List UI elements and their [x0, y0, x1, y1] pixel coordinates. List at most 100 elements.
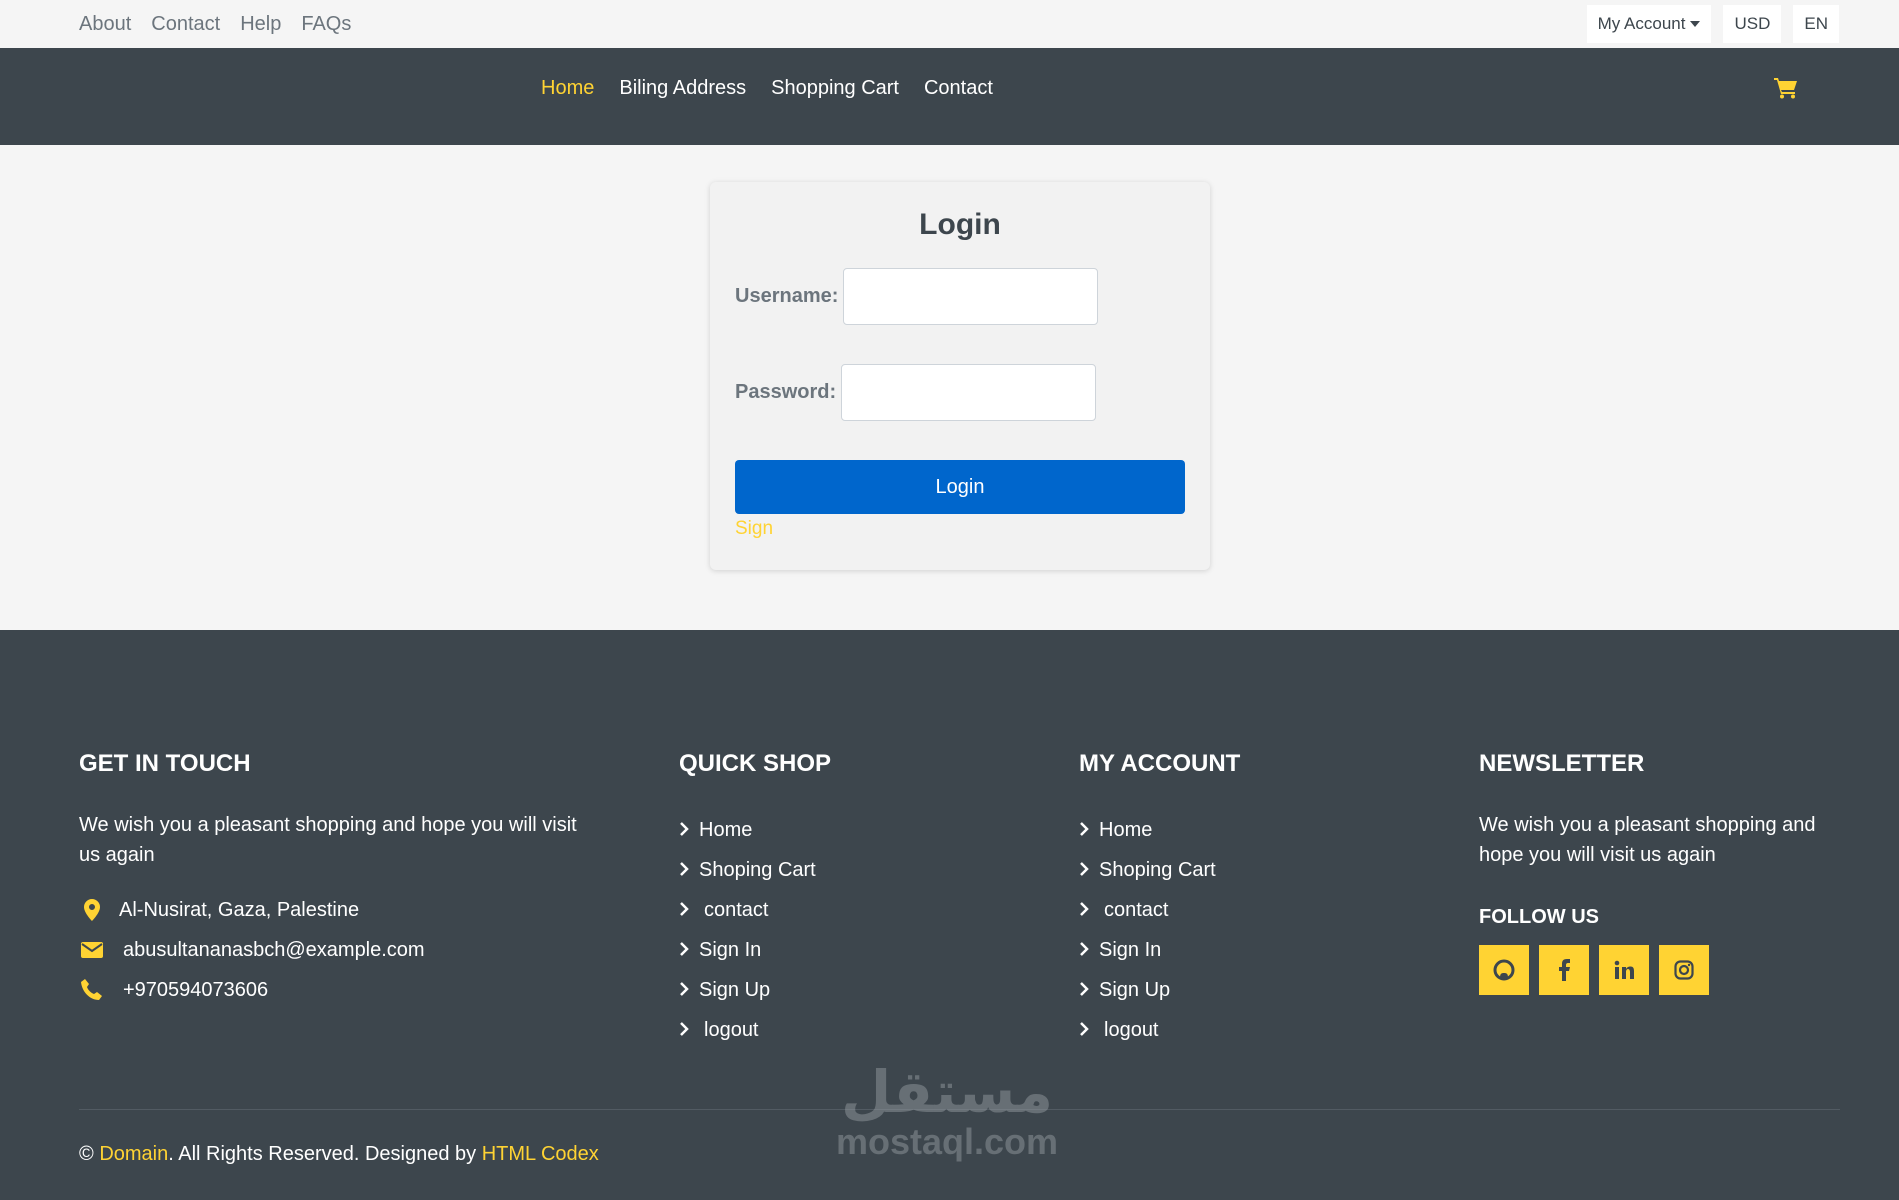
github-icon — [1493, 959, 1515, 981]
my-account-link-label: Sign In — [1099, 938, 1162, 961]
phone-icon — [79, 979, 105, 1001]
my-account-link-label: Home — [1099, 818, 1153, 841]
footer-get-in-touch: GET IN TOUCH We wish you a pleasant shop… — [79, 750, 599, 1010]
email-text: abusultananasbch@example.com — [123, 938, 425, 961]
chevron-right-icon — [1079, 859, 1099, 882]
phone-text: +970594073606 — [123, 978, 269, 1001]
quick-shop-link-label: Sign In — [699, 938, 762, 961]
watermark-latin: mostaql.com — [835, 1121, 1059, 1162]
top-bar: About Contact Help FAQs My Account USD E… — [0, 0, 1899, 48]
login-button[interactable]: Login — [735, 460, 1185, 514]
my-account-link-sign-up[interactable]: Sign Up — [1079, 970, 1379, 1010]
chevron-right-icon — [679, 979, 699, 1002]
chevron-right-icon — [1079, 899, 1104, 922]
chevron-right-icon — [1079, 939, 1099, 962]
quick-shop-links: Home Shoping Cart contact Sign In Sign U… — [679, 810, 979, 1050]
login-card: Login Username: Password: Login Sign — [710, 182, 1210, 570]
quick-shop-link-label: Sign Up — [699, 978, 771, 1001]
get-in-touch-title: GET IN TOUCH — [79, 750, 251, 777]
email-line: abusultananasbch@example.com — [79, 930, 599, 970]
nav-menu: Home Biling Address Shopping Cart Contac… — [541, 48, 1018, 128]
nav-item-billing-address[interactable]: Biling Address — [619, 77, 746, 100]
quick-shop-link-label: Shoping Cart — [699, 858, 816, 881]
address-line: Al-Nusirat, Gaza, Palestine — [79, 890, 599, 930]
password-label: Password: — [735, 381, 837, 403]
nav-item-shopping-cart[interactable]: Shopping Cart — [771, 77, 899, 100]
nav-item-contact[interactable]: Contact — [924, 77, 993, 100]
follow-us-heading: FOLLOW US — [1479, 906, 1599, 928]
footer-newsletter: NEWSLETTER We wish you a pleasant shoppi… — [1479, 750, 1839, 995]
facebook-button[interactable] — [1539, 945, 1589, 995]
my-account-label: My Account — [1597, 14, 1686, 33]
top-right-controls: My Account USD EN — [1575, 5, 1839, 43]
my-account-link-sign-in[interactable]: Sign In — [1079, 930, 1379, 970]
copyright: © Domain. All Rights Reserved. Designed … — [79, 1143, 599, 1166]
quick-shop-link-home[interactable]: Home — [679, 810, 979, 850]
github-button[interactable] — [1479, 945, 1529, 995]
quick-shop-link-label: logout — [704, 1018, 759, 1041]
watermark: مستقل mostaql.com — [832, 1062, 1062, 1182]
phone-line: +970594073606 — [79, 970, 599, 1010]
chevron-right-icon — [679, 859, 699, 882]
linkedin-button[interactable] — [1599, 945, 1649, 995]
social-links — [1479, 945, 1839, 995]
get-in-touch-text: We wish you a pleasant shopping and hope… — [79, 814, 577, 866]
chevron-right-icon — [1079, 979, 1099, 1002]
my-account-links: Home Shoping Cart contact Sign In Sign U… — [1079, 810, 1379, 1050]
my-account-link-logout[interactable]: logout — [1079, 1010, 1379, 1050]
footer-quick-shop: QUICK SHOP Home Shoping Cart contact Sig… — [679, 750, 979, 1050]
instagram-icon — [1674, 960, 1694, 980]
chevron-right-icon — [1079, 1019, 1104, 1042]
my-account-link-cart[interactable]: Shoping Cart — [1079, 850, 1379, 890]
language-button[interactable]: EN — [1793, 5, 1839, 43]
username-input[interactable] — [843, 268, 1099, 325]
newsletter-title: NEWSLETTER — [1479, 750, 1645, 777]
quick-shop-link-cart[interactable]: Shoping Cart — [679, 850, 979, 890]
top-link-help[interactable]: Help — [240, 13, 281, 36]
chevron-right-icon — [1079, 819, 1099, 842]
watermark-arabic: مستقل — [840, 1058, 1054, 1126]
currency-button[interactable]: USD — [1723, 5, 1782, 43]
password-row: Password: — [735, 364, 1097, 421]
my-account-link-contact[interactable]: contact — [1079, 890, 1379, 930]
map-marker-icon — [79, 899, 105, 921]
password-input[interactable] — [841, 364, 1097, 421]
chevron-right-icon — [679, 939, 699, 962]
copyright-text: . All Rights Reserved. Designed by — [168, 1143, 477, 1165]
username-label: Username: — [735, 285, 839, 307]
newsletter-text: We wish you a pleasant shopping and hope… — [1479, 814, 1816, 866]
quick-shop-link-contact[interactable]: contact — [679, 890, 979, 930]
my-account-dropdown[interactable]: My Account — [1586, 5, 1712, 43]
address-text: Al-Nusirat, Gaza, Palestine — [119, 898, 360, 921]
envelope-icon — [79, 942, 105, 958]
my-account-link-label: Shoping Cart — [1099, 858, 1216, 881]
quick-shop-link-sign-up[interactable]: Sign Up — [679, 970, 979, 1010]
main-navbar: Home Biling Address Shopping Cart Contac… — [0, 48, 1899, 145]
top-links: About Contact Help FAQs — [79, 0, 371, 48]
chevron-right-icon — [679, 1019, 704, 1042]
footer-my-account: MY ACCOUNT Home Shoping Cart contact Sig… — [1079, 750, 1379, 1050]
caret-down-icon — [1690, 21, 1701, 27]
instagram-button[interactable] — [1659, 945, 1709, 995]
chevron-right-icon — [679, 899, 704, 922]
quick-shop-link-label: contact — [704, 898, 769, 921]
login-title: Login — [919, 208, 1001, 241]
top-link-faqs[interactable]: FAQs — [301, 13, 351, 36]
my-account-link-label: contact — [1104, 898, 1169, 921]
my-account-link-home[interactable]: Home — [1079, 810, 1379, 850]
designer-link[interactable]: HTML Codex — [482, 1143, 599, 1165]
domain-link[interactable]: Domain — [99, 1143, 168, 1165]
my-account-link-label: logout — [1104, 1018, 1159, 1041]
my-account-link-label: Sign Up — [1099, 978, 1171, 1001]
nav-item-home[interactable]: Home — [541, 77, 594, 100]
quick-shop-title: QUICK SHOP — [679, 750, 832, 777]
sign-link[interactable]: Sign — [735, 518, 773, 540]
chevron-right-icon — [679, 819, 699, 842]
quick-shop-link-logout[interactable]: logout — [679, 1010, 979, 1050]
my-account-title: MY ACCOUNT — [1079, 750, 1241, 777]
shopping-cart-icon[interactable] — [1774, 77, 1798, 99]
top-link-about[interactable]: About — [79, 13, 131, 36]
top-link-contact[interactable]: Contact — [151, 13, 220, 36]
quick-shop-link-sign-in[interactable]: Sign In — [679, 930, 979, 970]
username-row: Username: — [735, 268, 1099, 325]
